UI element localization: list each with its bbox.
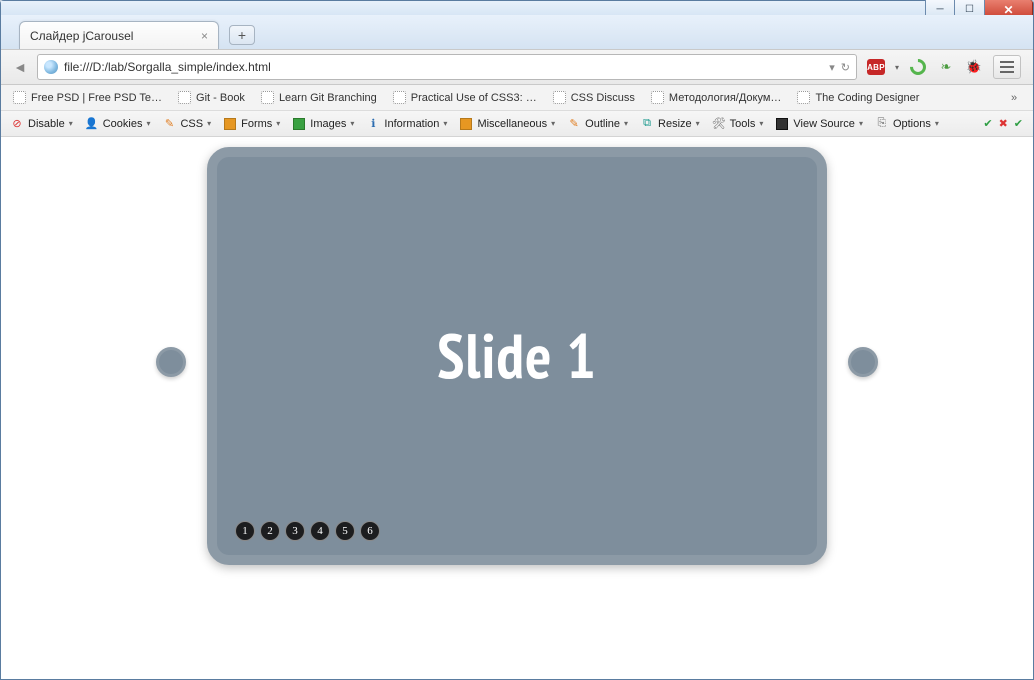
tabstrip: Слайдер jCarousel × +: [1, 15, 1033, 49]
bookmarks-bar: Free PSD | Free PSD Te… Git - Book Learn…: [1, 85, 1033, 111]
new-tab-button[interactable]: +: [229, 25, 255, 45]
page-icon: [553, 91, 566, 104]
dev-label: Miscellaneous: [477, 118, 547, 130]
misc-icon: [459, 117, 473, 131]
dev-misc[interactable]: Miscellaneous▾: [456, 116, 558, 132]
dev-label: CSS: [180, 118, 203, 130]
carousel: Slide 1 1 2 3 4 5 6: [197, 147, 837, 565]
check-icon[interactable]: ✔: [1014, 117, 1023, 130]
page-icon: [797, 91, 810, 104]
dev-css[interactable]: ✎CSS▾: [159, 116, 214, 132]
browser-window: ─ ☐ ✕ Слайдер jCarousel × + ◄ file:///D:…: [0, 0, 1034, 680]
dropdown-icon[interactable]: ▾: [829, 61, 835, 74]
bug-icon[interactable]: 🐞: [965, 58, 983, 76]
pager-dot[interactable]: 3: [285, 521, 305, 541]
bookmark-label: Practical Use of CSS3: …: [411, 92, 537, 104]
carousel-pager: 1 2 3 4 5 6: [235, 521, 380, 541]
dev-resize[interactable]: ⧉Resize▾: [637, 116, 703, 132]
page-content: Slide 1 1 2 3 4 5 6: [1, 137, 1033, 679]
tab-title: Слайдер jCarousel: [30, 29, 133, 43]
navbar: ◄ file:///D:/lab/Sorgalla_simple/index.h…: [1, 49, 1033, 85]
page-icon: [261, 91, 274, 104]
tab-active[interactable]: Слайдер jCarousel ×: [19, 21, 219, 49]
page-icon: [13, 91, 26, 104]
page-icon: [651, 91, 664, 104]
dev-status-icons: ✔ ✖ ✔: [983, 117, 1027, 130]
bookmark-label: Git - Book: [196, 92, 245, 104]
adblock-icon[interactable]: ABP: [867, 59, 885, 75]
dev-label: Resize: [658, 118, 692, 130]
images-icon: [292, 117, 306, 131]
dev-options[interactable]: ⎘Options▾: [872, 116, 942, 132]
error-icon[interactable]: ✖: [999, 117, 1008, 130]
disable-icon: ⊘: [10, 117, 24, 131]
pager-dot[interactable]: 1: [235, 521, 255, 541]
resize-icon: ⧉: [640, 117, 654, 131]
tools-icon: 🛠: [712, 117, 726, 131]
dev-label: Cookies: [103, 118, 143, 130]
toolbar-right-icons: ABP ▾ ❧ 🐞: [861, 55, 1027, 79]
carousel-prev-button[interactable]: [156, 347, 186, 377]
outline-icon: ✎: [567, 117, 581, 131]
adblock-caret-icon[interactable]: ▾: [895, 63, 899, 72]
bookmark-item[interactable]: The Coding Designer: [793, 89, 923, 106]
webdev-toolbar: ⊘Disable▾ 👤Cookies▾ ✎CSS▾ Forms▾ Images▾…: [1, 111, 1033, 137]
page-icon: [178, 91, 191, 104]
dev-disable[interactable]: ⊘Disable▾: [7, 116, 76, 132]
bookmarks-overflow-button[interactable]: »: [1003, 89, 1025, 107]
dev-label: Disable: [28, 118, 65, 130]
bookmark-label: Free PSD | Free PSD Te…: [31, 92, 162, 104]
info-icon: ℹ: [366, 117, 380, 131]
pager-dot[interactable]: 2: [260, 521, 280, 541]
bookmark-item[interactable]: CSS Discuss: [549, 89, 639, 106]
dev-label: Outline: [585, 118, 620, 130]
pager-dot[interactable]: 5: [335, 521, 355, 541]
titlebar: ─ ☐ ✕: [1, 1, 1033, 15]
tab-close-icon[interactable]: ×: [201, 29, 208, 43]
menu-button[interactable]: [993, 55, 1021, 79]
dev-label: Images: [310, 118, 346, 130]
bookmark-item[interactable]: Free PSD | Free PSD Te…: [9, 89, 166, 106]
dev-label: View Source: [793, 118, 855, 130]
dev-label: Information: [384, 118, 439, 130]
carousel-next-button[interactable]: [848, 347, 878, 377]
dev-label: Forms: [241, 118, 272, 130]
carousel-slide: Slide 1 1 2 3 4 5 6: [207, 147, 827, 565]
dev-forms[interactable]: Forms▾: [220, 116, 283, 132]
url-bar[interactable]: file:///D:/lab/Sorgalla_simple/index.htm…: [37, 54, 857, 80]
bookmark-label: Learn Git Branching: [279, 92, 377, 104]
dev-information[interactable]: ℹInformation▾: [363, 116, 450, 132]
slide-title: Slide 1: [437, 316, 597, 396]
bookmark-label: CSS Discuss: [571, 92, 635, 104]
leaf-icon[interactable]: ❧: [937, 58, 955, 76]
css-icon: ✎: [162, 117, 176, 131]
bookmark-label: The Coding Designer: [815, 92, 919, 104]
pager-dot[interactable]: 6: [360, 521, 380, 541]
cookies-icon: 👤: [85, 117, 99, 131]
bookmark-item[interactable]: Методология/Докум…: [647, 89, 786, 106]
bookmark-item[interactable]: Learn Git Branching: [257, 89, 381, 106]
dev-outline[interactable]: ✎Outline▾: [564, 116, 631, 132]
globe-icon: [44, 60, 58, 74]
forms-icon: [223, 117, 237, 131]
pager-dot[interactable]: 4: [310, 521, 330, 541]
green-ring-icon[interactable]: [909, 58, 927, 76]
back-button[interactable]: ◄: [7, 54, 33, 80]
bookmark-item[interactable]: Practical Use of CSS3: …: [389, 89, 541, 106]
reload-icon[interactable]: ↻: [841, 61, 850, 74]
bookmark-item[interactable]: Git - Book: [174, 89, 249, 106]
options-icon: ⎘: [875, 117, 889, 131]
dev-images[interactable]: Images▾: [289, 116, 357, 132]
url-right-icons: ▾ ↻: [829, 61, 850, 74]
source-icon: [775, 117, 789, 131]
dev-tools[interactable]: 🛠Tools▾: [709, 116, 767, 132]
bookmark-label: Методология/Докум…: [669, 92, 782, 104]
dev-cookies[interactable]: 👤Cookies▾: [82, 116, 154, 132]
dev-label: Tools: [730, 118, 756, 130]
dev-label: Options: [893, 118, 931, 130]
dev-view-source[interactable]: View Source▾: [772, 116, 866, 132]
check-icon[interactable]: ✔: [983, 117, 992, 130]
page-icon: [393, 91, 406, 104]
url-text: file:///D:/lab/Sorgalla_simple/index.htm…: [64, 60, 271, 74]
